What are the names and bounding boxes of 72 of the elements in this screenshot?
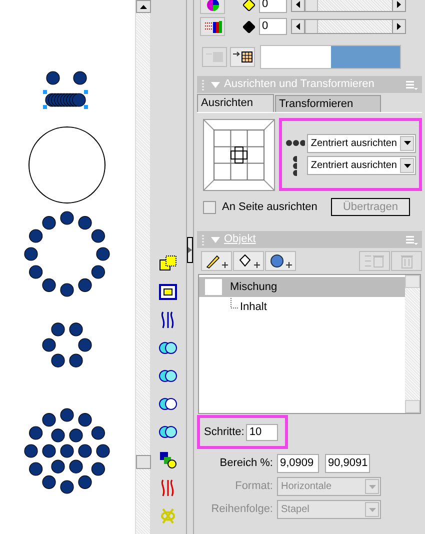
number-field[interactable]: 0 [259,18,287,35]
sphere-add-icon [268,253,292,269]
dropdown[interactable]: Zentriert ausrichten [306,134,416,152]
arrow-grid-icon [232,51,252,63]
vertical-dots-icon [293,156,297,176]
gradient-bar[interactable] [260,45,401,69]
scroll-up-button[interactable] [136,0,151,13]
overlapping-circles-icon[interactable] [158,367,177,385]
overlapping-circles-icon[interactable] [158,423,177,441]
overlapping-circles-icon[interactable] [158,339,177,357]
steps-field[interactable]: 10 [246,424,278,440]
panel-title: Ausrichten und Transformieren [224,77,376,92]
tab[interactable]: Transformieren [275,95,381,112]
tool-button[interactable] [233,251,264,271]
horizontal-dots-icon [285,139,305,147]
color-wheel-icon [206,0,220,12]
tab[interactable]: Ausrichten [197,94,274,112]
collapse-arrow-icon [211,82,220,88]
dropdown-button[interactable] [400,158,414,173]
left-arrow-icon [296,23,300,30]
tool-button[interactable] [230,47,255,67]
alignment-grid-icon[interactable] [203,118,275,190]
slider-thumb[interactable] [305,20,318,33]
framed-rect-icon[interactable] [158,283,177,301]
range-to-field[interactable]: 90,9091 [325,454,370,473]
range-label: Bereich %: [218,456,273,472]
tree-label: Mischung [230,280,278,295]
caret-icon [404,141,410,145]
grip-icon [201,78,207,90]
squares-icon[interactable] [158,255,177,273]
up-arrow-icon [140,4,147,8]
selection-handles-drawing [43,90,88,109]
checkbox-label: An Seite ausrichten [222,200,318,215]
overlapping-circles-icon[interactable] [158,395,177,413]
pencil-add-icon [204,253,228,269]
slider-thumb[interactable] [305,0,318,11]
dot-hexagon-drawing [42,322,92,368]
color-bars-icon [204,20,222,34]
order-label: Reihenfolge: [210,502,273,518]
checkbox[interactable] [203,200,216,214]
caret-icon [404,164,410,168]
swatch [205,279,222,295]
shapes-stack-icon[interactable] [158,451,177,469]
right-arrow-icon [397,23,401,30]
scrollbar[interactable] [291,0,406,12]
scrollbar[interactable] [291,19,406,34]
grip-icon [201,234,207,246]
right-arrow-icon [397,1,401,8]
dropdown-button[interactable] [400,136,414,150]
steps-label: Schritte: [204,424,244,440]
diamond-icon [243,20,255,32]
caret-icon [368,508,376,512]
dropdown[interactable]: Zentriert ausrichten [306,156,416,175]
dots-drawing [45,71,87,107]
collapse-arrow-icon [211,236,220,242]
tree-connector-icon [230,298,238,308]
list-trash-icon [364,253,386,269]
tree-label: Inhalt [240,300,267,315]
tool-button[interactable] [265,251,296,271]
left-arrow-icon [296,1,300,8]
right-arrow-icon [188,247,192,253]
scroll-thumb[interactable] [136,455,151,469]
format-label: Format: [234,479,273,494]
tree-row[interactable]: Mischung [199,277,405,297]
tool-button[interactable] [200,17,225,36]
diamond-icon [243,0,255,10]
range-from-field[interactable]: 9,0909 [277,454,319,473]
trash-icon [398,253,414,269]
tool-button[interactable] [200,0,225,14]
panel-title: Objekt [224,232,257,248]
tool-button[interactable] [201,251,232,271]
caret-icon [368,484,376,488]
